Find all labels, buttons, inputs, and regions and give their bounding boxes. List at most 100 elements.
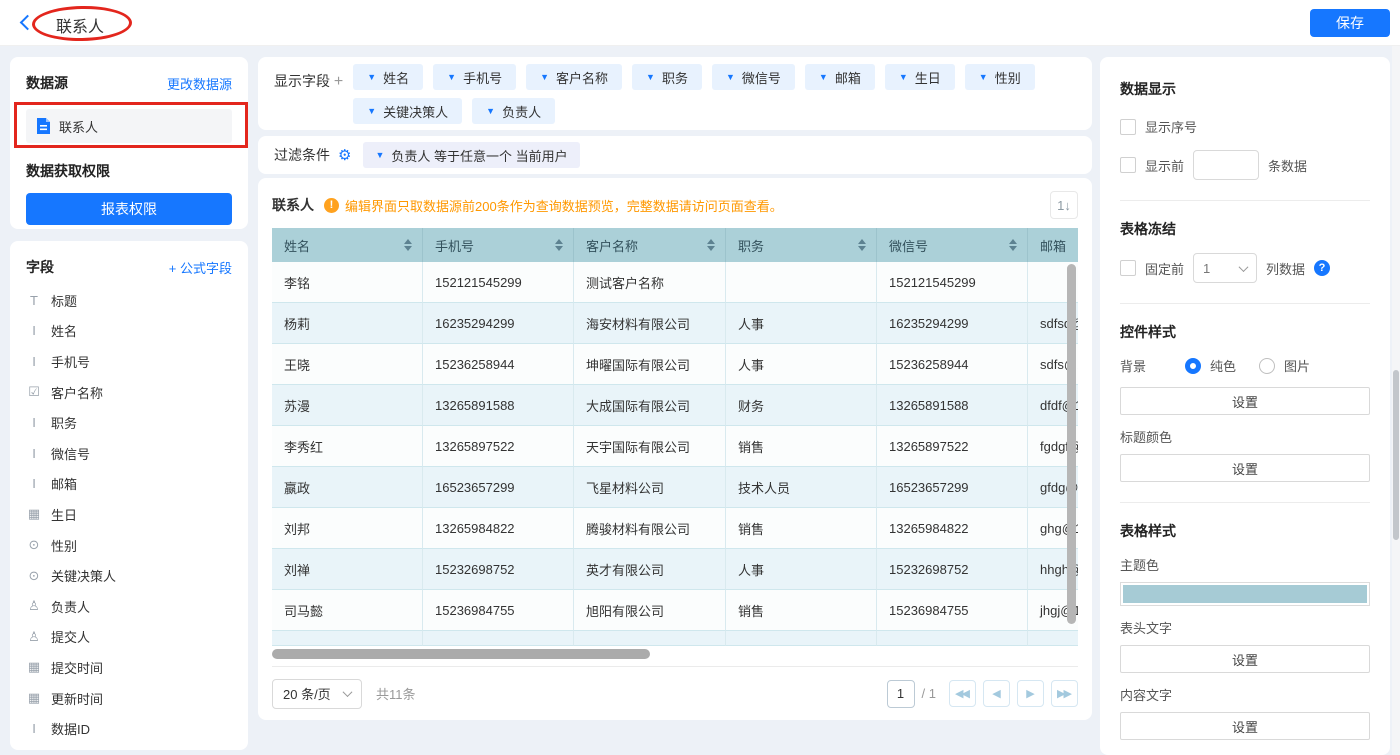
theme-color-swatch[interactable] [1120, 582, 1370, 606]
field-item[interactable]: ♙提交人 [26, 622, 232, 653]
display-field-chip[interactable]: ▼性别 [965, 64, 1035, 90]
prev-page-button[interactable]: ◀ [983, 680, 1010, 707]
field-item[interactable]: I职务 [26, 407, 232, 438]
add-display-field-icon[interactable]: + [334, 73, 343, 90]
field-item[interactable]: I微信号 [26, 438, 232, 469]
permission-title: 数据获取权限 [26, 161, 232, 181]
column-header[interactable]: 客户名称 [574, 228, 726, 262]
table-row: 司马懿15236984755旭阳有限公司销售15236984755jhgj@16 [272, 590, 1078, 631]
display-field-chip[interactable]: ▼微信号 [712, 64, 795, 90]
add-formula-field-link[interactable]: + 公式字段 [169, 258, 232, 277]
divider [1120, 303, 1370, 304]
field-item-label: 更新时间 [51, 689, 103, 708]
table-cell: 13265891588 [423, 385, 574, 426]
chevron-down-icon: ▼ [819, 73, 828, 82]
table-cell [272, 631, 423, 646]
table-cell: 刘禅 [272, 549, 423, 590]
back-chevron-icon[interactable] [20, 15, 36, 31]
sort-icon[interactable] [555, 239, 563, 251]
vertical-scrollbar[interactable] [1067, 264, 1076, 624]
show-first-checkbox[interactable] [1120, 157, 1136, 173]
total-count: 共11条 [376, 684, 416, 703]
header-text-set-button[interactable]: 设置 [1120, 645, 1370, 673]
column-header[interactable]: 手机号 [423, 228, 574, 262]
horizontal-scrollbar[interactable] [272, 649, 650, 659]
table-cell: 财务 [726, 385, 877, 426]
sort-icon[interactable] [858, 239, 866, 251]
table-cell: 13265891588 [877, 385, 1028, 426]
content-text-set-button[interactable]: 设置 [1120, 712, 1370, 740]
display-field-chip[interactable]: ▼关键决策人 [353, 98, 462, 124]
column-header-label: 职务 [738, 236, 764, 255]
field-item-label: 微信号 [51, 444, 90, 463]
field-item[interactable]: I邮箱 [26, 469, 232, 500]
column-header-label: 手机号 [435, 236, 474, 255]
field-item[interactable]: ▦生日 [26, 499, 232, 530]
datasource-item-contacts[interactable]: 联系人 [26, 109, 232, 143]
title-field-icon: T [26, 293, 42, 308]
chevron-down-icon [1239, 262, 1249, 272]
display-field-chip[interactable]: ▼手机号 [433, 64, 516, 90]
field-item[interactable]: I姓名 [26, 316, 232, 347]
column-header[interactable]: 姓名 [272, 228, 423, 262]
current-page-input[interactable]: 1 [887, 680, 915, 708]
chevron-down-icon: ▼ [486, 107, 495, 116]
table-cell: 15232698752 [877, 549, 1028, 590]
table-cell [1028, 631, 1078, 646]
date-field-icon: ▦ [26, 506, 42, 522]
show-index-checkbox[interactable] [1120, 119, 1136, 135]
pager: 1 / 1 ◀◀ ◀ ▶ ▶▶ [887, 680, 1078, 708]
report-permission-button[interactable]: 报表权限 [26, 193, 232, 225]
display-field-chip[interactable]: ▼生日 [885, 64, 955, 90]
sort-icon[interactable] [404, 239, 412, 251]
save-button[interactable]: 保存 [1310, 9, 1390, 37]
column-header[interactable]: 职务 [726, 228, 877, 262]
page-scrollbar[interactable] [1393, 370, 1399, 540]
user-field-icon: ♙ [26, 629, 42, 645]
background-set-button[interactable]: 设置 [1120, 387, 1370, 415]
display-field-chip[interactable]: ▼负责人 [472, 98, 555, 124]
column-header[interactable]: 微信号 [877, 228, 1028, 262]
display-field-chip[interactable]: ▼邮箱 [805, 64, 875, 90]
field-item[interactable]: ⊙性别 [26, 530, 232, 561]
sort-icon[interactable] [707, 239, 715, 251]
column-header-label: 微信号 [889, 236, 928, 255]
page-size-select[interactable]: 20 条/页 [272, 679, 362, 709]
change-datasource-link[interactable]: 更改数据源 [167, 74, 232, 93]
warning-icon: ! [324, 198, 339, 213]
show-first-count-input[interactable] [1193, 150, 1259, 180]
solid-color-radio[interactable] [1185, 358, 1201, 374]
help-icon[interactable]: ? [1314, 260, 1330, 276]
first-page-button[interactable]: ◀◀ [949, 680, 976, 707]
field-item[interactable]: ⊙关键决策人 [26, 560, 232, 591]
field-item[interactable]: ♙负责人 [26, 591, 232, 622]
table-cell: 15236984755 [877, 590, 1028, 631]
table-cell: 苏漫 [272, 385, 423, 426]
sort-icon[interactable] [1009, 239, 1017, 251]
freeze-count-select[interactable]: 1 [1193, 253, 1257, 283]
field-item[interactable]: ▦提交时间 [26, 652, 232, 683]
field-item[interactable]: T标题 [26, 285, 232, 316]
image-radio[interactable] [1259, 358, 1275, 374]
field-item[interactable]: I手机号 [26, 346, 232, 377]
last-page-button[interactable]: ▶▶ [1051, 680, 1078, 707]
divider [1120, 200, 1370, 201]
field-item[interactable]: ▦更新时间 [26, 683, 232, 714]
next-page-button[interactable]: ▶ [1017, 680, 1044, 707]
field-item[interactable]: I数据ID [26, 713, 232, 744]
display-field-chip[interactable]: ▼客户名称 [526, 64, 622, 90]
table-cell: 13265897522 [423, 426, 574, 467]
sort-order-button[interactable]: 1↓ [1050, 191, 1078, 219]
gear-icon[interactable]: ⚙ [338, 146, 351, 164]
field-item[interactable]: ☑客户名称 [26, 377, 232, 408]
display-field-chips: ▼姓名▼手机号▼客户名称▼职务▼微信号▼邮箱▼生日▼性别▼关键决策人▼负责人 [353, 64, 1053, 123]
display-field-chip[interactable]: ▼姓名 [353, 64, 423, 90]
filter-chip[interactable]: ▼ 负责人 等于任意一个 当前用户 [363, 142, 579, 168]
title-color-set-button[interactable]: 设置 [1120, 454, 1370, 482]
column-header[interactable]: 邮箱 [1028, 228, 1078, 262]
freeze-title: 表格冻结 [1120, 219, 1370, 239]
display-field-chip[interactable]: ▼职务 [632, 64, 702, 90]
chip-label: 职务 [662, 68, 688, 87]
chip-label: 关键决策人 [383, 102, 448, 121]
freeze-checkbox[interactable] [1120, 260, 1136, 276]
